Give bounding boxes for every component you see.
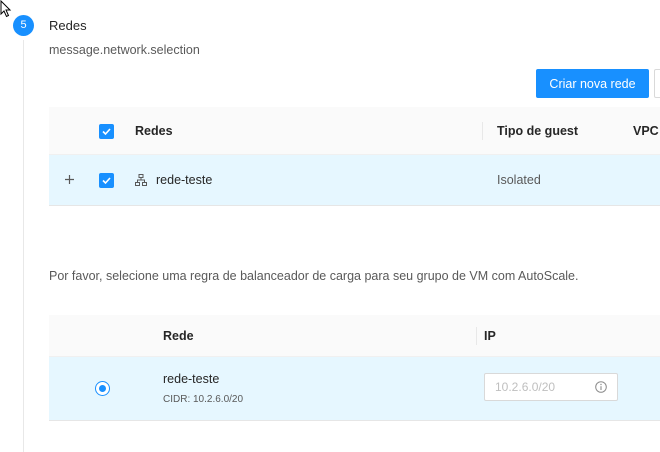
guest-type-value: Isolated — [497, 173, 541, 187]
lb-network-cidr: CIDR: 10.2.6.0/20 — [163, 394, 244, 405]
step-description: message.network.selection — [49, 43, 200, 57]
select-all-checkbox[interactable] — [99, 124, 114, 139]
mouse-cursor-icon — [0, 0, 12, 18]
autoscale-network-step: 5 Redes message.network.selection Criar … — [0, 0, 660, 452]
row-select-checkbox[interactable] — [99, 173, 114, 188]
step-number-badge: 5 — [13, 15, 34, 36]
step-title: Redes — [49, 18, 87, 33]
column-header-guest-type[interactable]: Tipo de guest — [497, 124, 578, 138]
network-table: Redes Tipo de guest VPC rede-teste Isola… — [49, 107, 660, 206]
radio-dot — [99, 385, 106, 392]
lb-network-table: Rede IP rede-teste CIDR: 10.2.6.0/20 — [49, 315, 660, 421]
column-divider — [482, 122, 483, 140]
expand-plus-icon[interactable] — [64, 174, 75, 185]
column-header-networks[interactable]: Redes — [135, 124, 173, 138]
info-icon[interactable] — [595, 381, 607, 393]
network-topology-icon — [135, 174, 147, 186]
row-select-radio[interactable] — [95, 381, 110, 396]
table-row[interactable]: rede-teste CIDR: 10.2.6.0/20 — [49, 357, 660, 421]
column-header-ip: IP — [484, 329, 496, 343]
create-network-button[interactable]: Criar nova rede — [536, 69, 649, 98]
network-name: rede-teste — [156, 173, 213, 187]
column-header-network: Rede — [163, 329, 194, 343]
secondary-action-button[interactable] — [654, 69, 660, 98]
lb-network-name: rede-teste — [163, 372, 220, 386]
column-header-vpc[interactable]: VPC — [633, 124, 659, 138]
table-row[interactable]: rede-teste Isolated — [49, 155, 660, 206]
network-table-header: Redes Tipo de guest VPC — [49, 107, 660, 155]
check-icon — [102, 128, 111, 136]
column-divider — [476, 327, 477, 345]
lb-rule-prompt: Por favor, selecione uma regra de balanc… — [49, 269, 579, 283]
check-icon — [102, 177, 111, 185]
lb-table-header: Rede IP — [49, 315, 660, 357]
step-connector-line — [23, 40, 24, 452]
